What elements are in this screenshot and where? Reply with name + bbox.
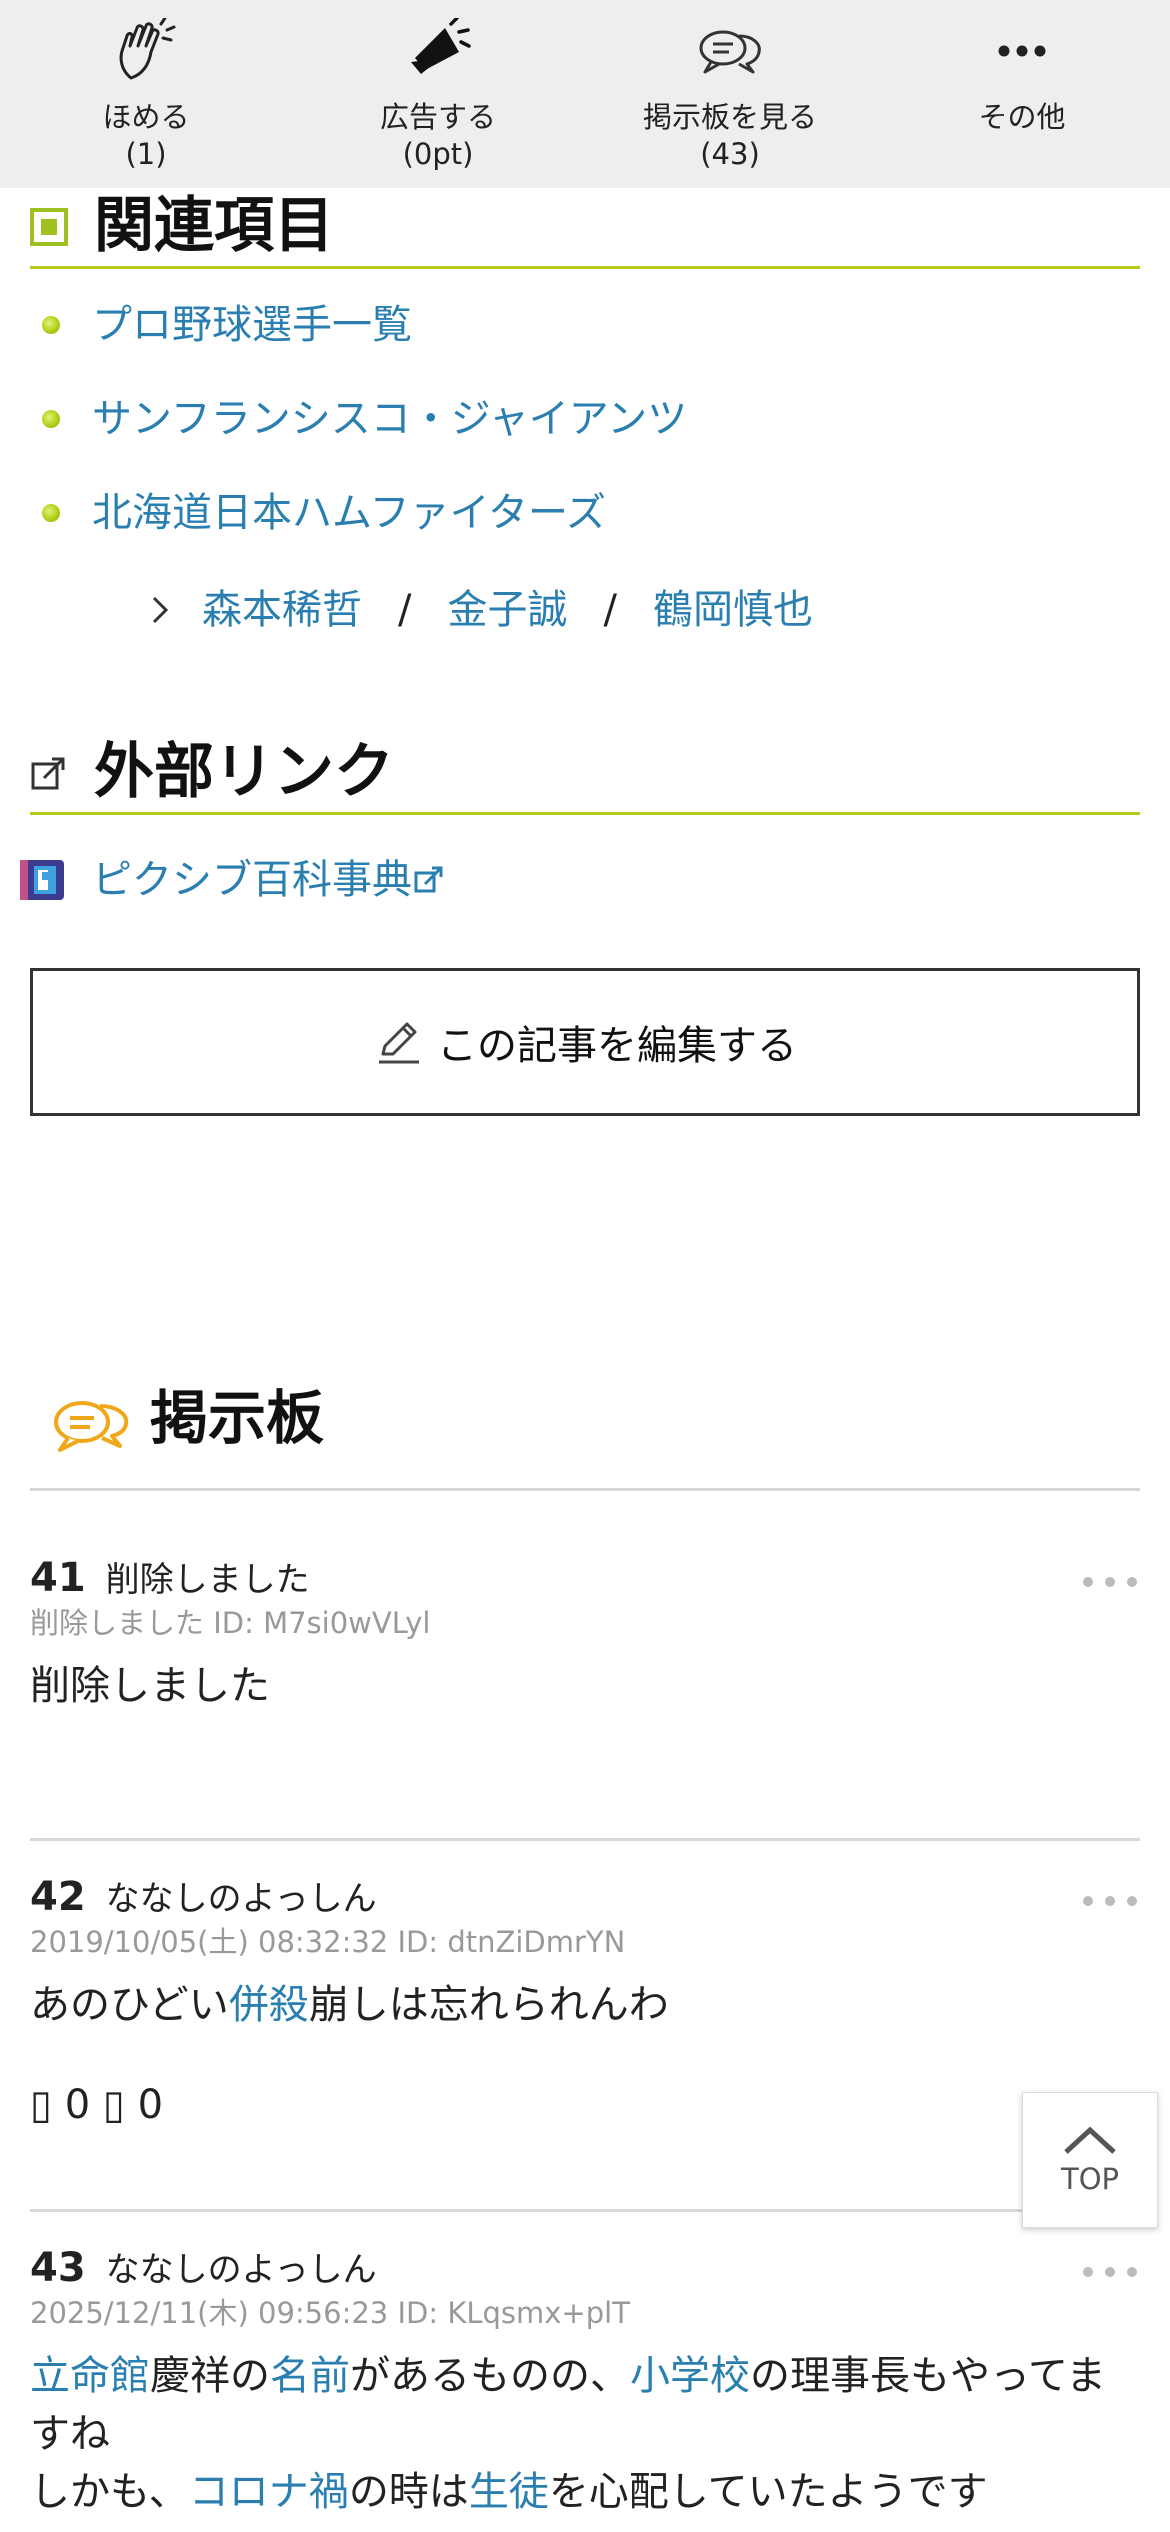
related-link[interactable]: サンフランシスコ・ジャイアンツ [92,396,687,442]
more-dots-icon[interactable] [1080,2262,1140,2282]
view-board-label: 掲示板を見る [642,100,817,134]
scroll-top-button[interactable]: TOP [1022,2092,1158,2228]
bullet-dot-icon [42,410,60,428]
post-text: の時は [348,2469,469,2515]
external-heading: 外部リンク [94,737,394,807]
view-board-count: (43) [700,137,760,171]
divider [30,1838,1140,1841]
related-link[interactable]: プロ野球選手一覧 [92,302,412,348]
list-item: サンフランシスコ・ジャイアンツ [30,384,1140,478]
keyword-link[interactable]: 併殺 [229,1982,309,2028]
post-number[interactable]: 42 [30,1874,86,1920]
advertise-action[interactable]: 広告する (0pt) [292,0,584,188]
action-bar: ほめる (1) 広告する (0pt) 掲示板を見る (43) その他 [0,0,1170,188]
board-heading: 掲示板 [150,1384,325,1452]
more-dots-icon[interactable] [1080,1572,1140,1592]
chevron-right-icon [152,596,169,624]
speech-bubbles-icon [699,30,761,74]
board-post: 43 ななしのよっしん 2025/12/11(木) 09:56:23 ID: KL… [30,2242,1140,2521]
board-post: 41 削除しました 削除しました ID: M7si0wVLyl 削除しました [30,1552,1140,1841]
more-action[interactable]: その他 [876,0,1168,188]
board-bubbles-icon [54,1401,129,1452]
post-text: しかも、 [30,2469,189,2515]
related-link[interactable]: 北海道日本ハムファイターズ [92,490,606,536]
keyword-link[interactable]: コロナ禍 [189,2469,349,2515]
related-sub-links: 森本稀哲 / 金子誠 / 鶴岡慎也 [150,580,813,640]
keyword-link[interactable]: 名前 [270,2353,350,2399]
advertise-count: (0pt) [402,137,474,171]
divider [30,2209,1140,2212]
post-text: 崩しは忘れられんわ [308,1982,669,2028]
sub-link[interactable]: 森本稀哲 [202,580,362,640]
more-dots-icon [998,45,1046,57]
post-number[interactable]: 41 [30,1555,86,1601]
post-author: ななしのよっしん [105,1879,377,1919]
separator: / [398,587,412,633]
post-body: あのひどい併殺崩しは忘れられんわ [30,1976,1140,2034]
bullet-dot-icon [42,504,60,522]
view-board-action[interactable]: 掲示板を見る (43) [584,0,876,188]
related-list: プロ野球選手一覧 サンフランシスコ・ジャイアンツ 北海道日本ハムファイターズ [30,290,1140,572]
more-label: その他 [978,100,1066,134]
external-section-heading: 外部リンク [30,732,1140,815]
more-dots-icon[interactable] [1080,1891,1140,1911]
post-text: があるものの、 [350,2353,630,2399]
board-post: 42 ななしのよっしん 2019/10/05(土) 08:32:32 ID: dt… [30,1871,1140,2212]
edit-article-button[interactable]: この記事を編集する [30,968,1140,1116]
list-item: 北海道日本ハムファイターズ [30,478,1140,572]
related-heading: 関連項目 [94,191,334,261]
keyword-link[interactable]: 立命館 [30,2353,150,2399]
list-item: プロ野球選手一覧 [30,290,1140,384]
separator: / [603,587,617,633]
praise-action[interactable]: ほめる (1) [0,0,292,188]
pencil-icon [379,1022,419,1064]
chevron-up-icon [1064,2126,1116,2154]
advertise-label: 広告する [379,100,496,134]
post-author: 削除しました [105,1560,310,1600]
scroll-top-label: TOP [1060,2162,1120,2196]
vote-counts[interactable]: ▯ 0 ▯ 0 [30,2082,1140,2128]
related-section-heading: 関連項目 [30,186,1140,269]
bullet-dot-icon [42,316,60,334]
keyword-link[interactable]: 生徒 [469,2469,549,2515]
pixiv-link[interactable]: ピクシブ百科事典 [92,850,412,910]
post-text: を心配していたようです [548,2469,988,2515]
sub-link[interactable]: 金子誠 [447,580,567,640]
post-meta: 削除しました ID: M7si0wVLyl [30,1606,431,1640]
post-body: 立命館慶祥の名前があるものの、小学校の理事長もやってますね しかも、コロナ禍の時は… [30,2347,1140,2521]
keyword-link[interactable]: 小学校 [630,2353,750,2399]
praise-count: (1) [125,137,167,171]
post-author: ななしのよっしん [105,2250,377,2290]
megaphone-icon [411,18,471,74]
external-link-icon [414,866,443,893]
post-text: 慶祥の [150,2353,270,2399]
edit-button-label: この記事を編集する [437,1023,797,1069]
praise-label: ほめる [102,100,190,134]
pixiv-logo-icon [20,860,64,900]
post-meta: 2019/10/05(土) 08:32:32 ID: dtnZiDmrYN [30,1925,626,1959]
post-number[interactable]: 43 [30,2245,86,2291]
post-text: あのひどい [30,1982,229,2028]
clapping-hands-icon [119,18,176,80]
post-body: 削除しました [30,1663,270,1709]
post-meta: 2025/12/11(木) 09:56:23 ID: KLqsmx+plT [30,2296,630,2330]
board-heading-row: 掲示板 [30,1370,1140,1491]
pixiv-link-row: ピクシブ百科事典 [20,850,444,910]
sub-link[interactable]: 鶴岡慎也 [653,580,813,640]
